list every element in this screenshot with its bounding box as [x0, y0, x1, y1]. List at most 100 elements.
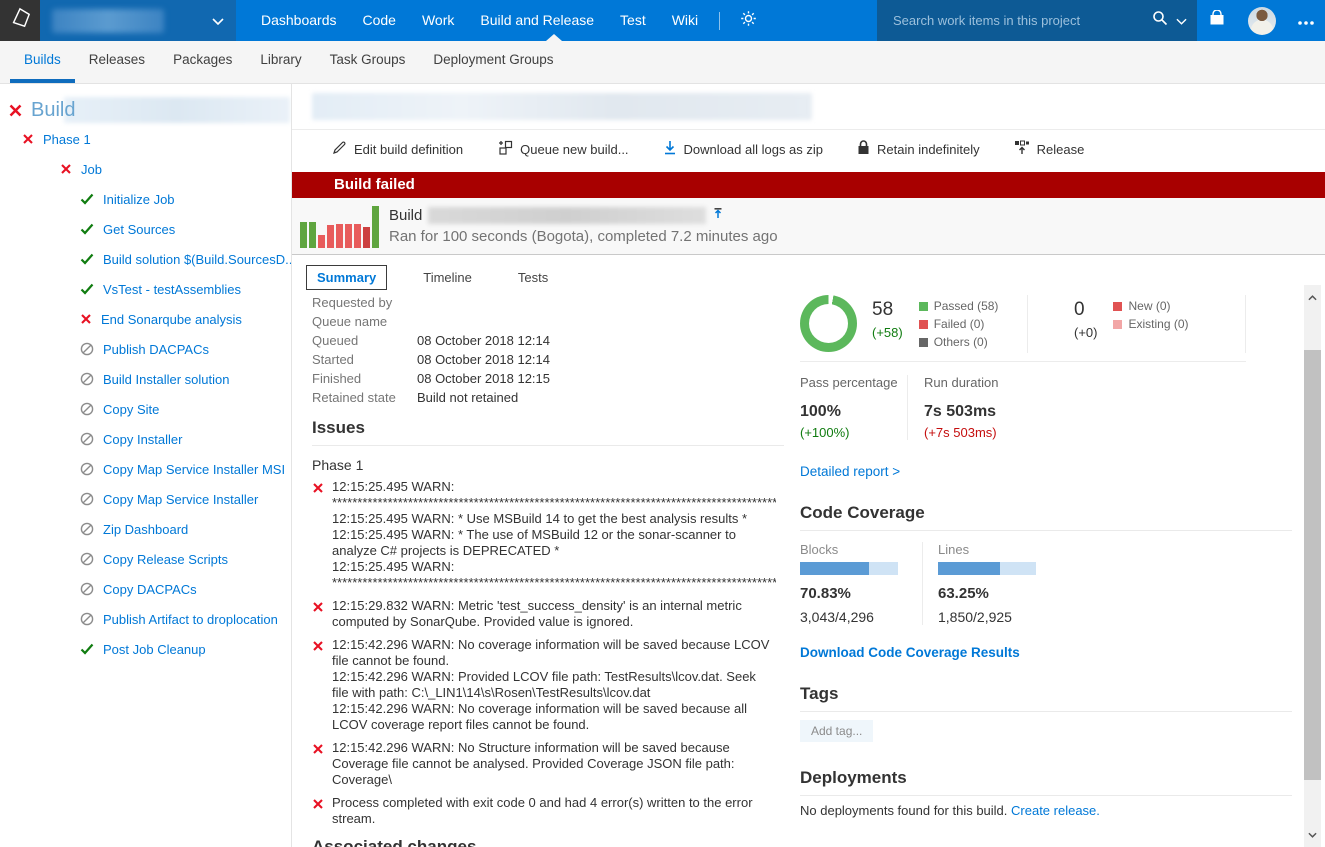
settings-gear-button[interactable]: [728, 10, 769, 32]
toolbar-label: Edit build definition: [354, 141, 464, 157]
nav-item-dashboards[interactable]: Dashboards: [248, 0, 350, 41]
history-bar[interactable]: [309, 222, 316, 248]
create-release-link[interactable]: Create release.: [1011, 803, 1100, 818]
project-selector[interactable]: [40, 0, 236, 41]
check-icon: [80, 193, 94, 205]
scroll-down-arrow[interactable]: [1304, 826, 1321, 843]
history-bar[interactable]: [318, 235, 325, 248]
search-box: [877, 0, 1197, 41]
tab-summary[interactable]: Summary: [306, 264, 388, 290]
others-legend-swatch: [918, 337, 928, 347]
tree-root-build[interactable]: Build: [0, 96, 291, 124]
pass-percentage-delta: (+100%): [800, 425, 850, 440]
tree-item-copy-release-scripts[interactable]: Copy Release Scripts: [0, 544, 291, 574]
issue-text: Process completed with exit code 0 and h…: [332, 795, 753, 826]
scrollbar-thumb[interactable]: [1304, 350, 1321, 780]
tests-donut-chart: [800, 295, 857, 352]
tests-total-delta: (+58): [872, 325, 903, 340]
tree-item-build-solution[interactable]: Build solution $(Build.SourcesD...: [0, 244, 291, 274]
download-icon: [663, 140, 677, 158]
check-icon: [80, 223, 94, 235]
edit-build-definition-button[interactable]: Edit build definition: [332, 140, 463, 158]
history-bar[interactable]: [363, 227, 370, 248]
tab-timeline[interactable]: Timeline: [413, 266, 482, 289]
release-button[interactable]: Release: [1014, 140, 1084, 158]
tree-item-copy-map-service-installer-msi[interactable]: Copy Map Service Installer MSI: [0, 454, 291, 484]
tree-item-copy-installer[interactable]: Copy Installer: [0, 424, 291, 454]
failed-delta: (+0): [1074, 325, 1098, 340]
marketplace-bag-button[interactable]: [1197, 0, 1237, 41]
nav-item-wiki[interactable]: Wiki: [659, 0, 711, 41]
selection-highlight-redacted: [64, 97, 290, 123]
nav-item-build-and-release[interactable]: Build and Release: [467, 0, 607, 41]
vertical-scrollbar[interactable]: [1304, 285, 1321, 847]
tests-total: 58 (+58): [872, 295, 903, 353]
skipped-icon: [80, 402, 94, 416]
tree-item-label: Publish Artifact to droplocation: [103, 611, 278, 627]
error-x-icon: [312, 742, 324, 788]
tree-item-post-job-cleanup[interactable]: Post Job Cleanup: [0, 634, 291, 664]
detailed-report-link[interactable]: Detailed report >: [800, 464, 900, 479]
tree-item-publish-artifact[interactable]: Publish Artifact to droplocation: [0, 604, 291, 634]
pass-percentage-label: Pass percentage: [800, 375, 898, 390]
upload-icon[interactable]: [712, 207, 724, 224]
coverage-ratio: 3,043/4,296: [800, 609, 874, 625]
scroll-up-arrow[interactable]: [1304, 289, 1321, 306]
history-bar[interactable]: [327, 225, 334, 248]
deployments-empty-text: No deployments found for this build. Cre…: [800, 803, 1292, 818]
issue-text: 12:15:25.495 WARN: *********************…: [332, 479, 776, 590]
history-bar[interactable]: [372, 206, 379, 248]
tab-builds[interactable]: Builds: [10, 41, 75, 83]
history-bar[interactable]: [354, 224, 361, 248]
tab-task-groups[interactable]: Task Groups: [316, 41, 420, 83]
tree-item-copy-map-service-installer[interactable]: Copy Map Service Installer: [0, 484, 291, 514]
skipped-icon: [80, 582, 94, 596]
history-bar[interactable]: [300, 222, 307, 248]
search-input[interactable]: [893, 13, 1144, 28]
retain-indefinitely-button[interactable]: Retain indefinitely: [857, 140, 980, 158]
tab-releases[interactable]: Releases: [75, 41, 159, 83]
download-logs-button[interactable]: Download all logs as zip: [663, 140, 823, 158]
failed-x-icon: [8, 103, 23, 118]
tab-tests[interactable]: Tests: [508, 266, 558, 289]
history-bar[interactable]: [336, 224, 343, 248]
history-bar[interactable]: [345, 224, 352, 248]
tree-item-vstest[interactable]: VsTest - testAssemblies: [0, 274, 291, 304]
tree-item-copy-dacpacs[interactable]: Copy DACPACs: [0, 574, 291, 604]
tree-item-phase-1[interactable]: Phase 1: [0, 124, 291, 154]
vsts-logo-icon: [9, 7, 31, 34]
download-coverage-link[interactable]: Download Code Coverage Results: [800, 645, 1020, 660]
tree-item-get-sources[interactable]: Get Sources: [0, 214, 291, 244]
check-icon: [80, 283, 94, 295]
vsts-logo[interactable]: [0, 0, 40, 41]
nav-item-work[interactable]: Work: [409, 0, 467, 41]
nav-divider: [719, 11, 721, 30]
search-scope-chevron-icon[interactable]: [1176, 12, 1187, 30]
nav-item-test[interactable]: Test: [607, 0, 659, 41]
legend-label: Existing (0): [1128, 317, 1189, 331]
error-x-icon: [312, 639, 324, 733]
user-avatar-button[interactable]: [1237, 0, 1287, 41]
tab-packages[interactable]: Packages: [159, 41, 246, 83]
queue-new-build-button[interactable]: Queue new build...: [497, 140, 629, 158]
tab-library[interactable]: Library: [246, 41, 315, 83]
tree-item-publish-dacpacs[interactable]: Publish DACPACs: [0, 334, 291, 364]
issue-text: 12:15:29.832 WARN: Metric 'test_success_…: [332, 598, 742, 629]
nav-item-code[interactable]: Code: [350, 0, 409, 41]
failed-count: 0: [1074, 299, 1085, 320]
more-actions-button[interactable]: [1287, 0, 1325, 41]
tree-item-initialize-job[interactable]: Initialize Job: [0, 184, 291, 214]
tree-item-label: Get Sources: [103, 221, 176, 237]
tree-item-label: VsTest - testAssemblies: [103, 281, 241, 297]
tree-item-zip-dashboard[interactable]: Zip Dashboard: [0, 514, 291, 544]
tree-item-label: Zip Dashboard: [103, 521, 189, 537]
tree-item-job[interactable]: Job: [0, 154, 291, 184]
pass-percentage-value: 100%: [800, 403, 841, 420]
tree-item-build-installer-solution[interactable]: Build Installer solution: [0, 364, 291, 394]
tree-item-end-sonarqube[interactable]: End Sonarqube analysis: [0, 304, 291, 334]
add-tag-input[interactable]: Add tag...: [800, 720, 874, 742]
detail-value: Build not retained: [417, 390, 519, 405]
tree-item-copy-site[interactable]: Copy Site: [0, 394, 291, 424]
tab-deployment-groups[interactable]: Deployment Groups: [419, 41, 567, 83]
search-icon[interactable]: [1152, 10, 1168, 31]
